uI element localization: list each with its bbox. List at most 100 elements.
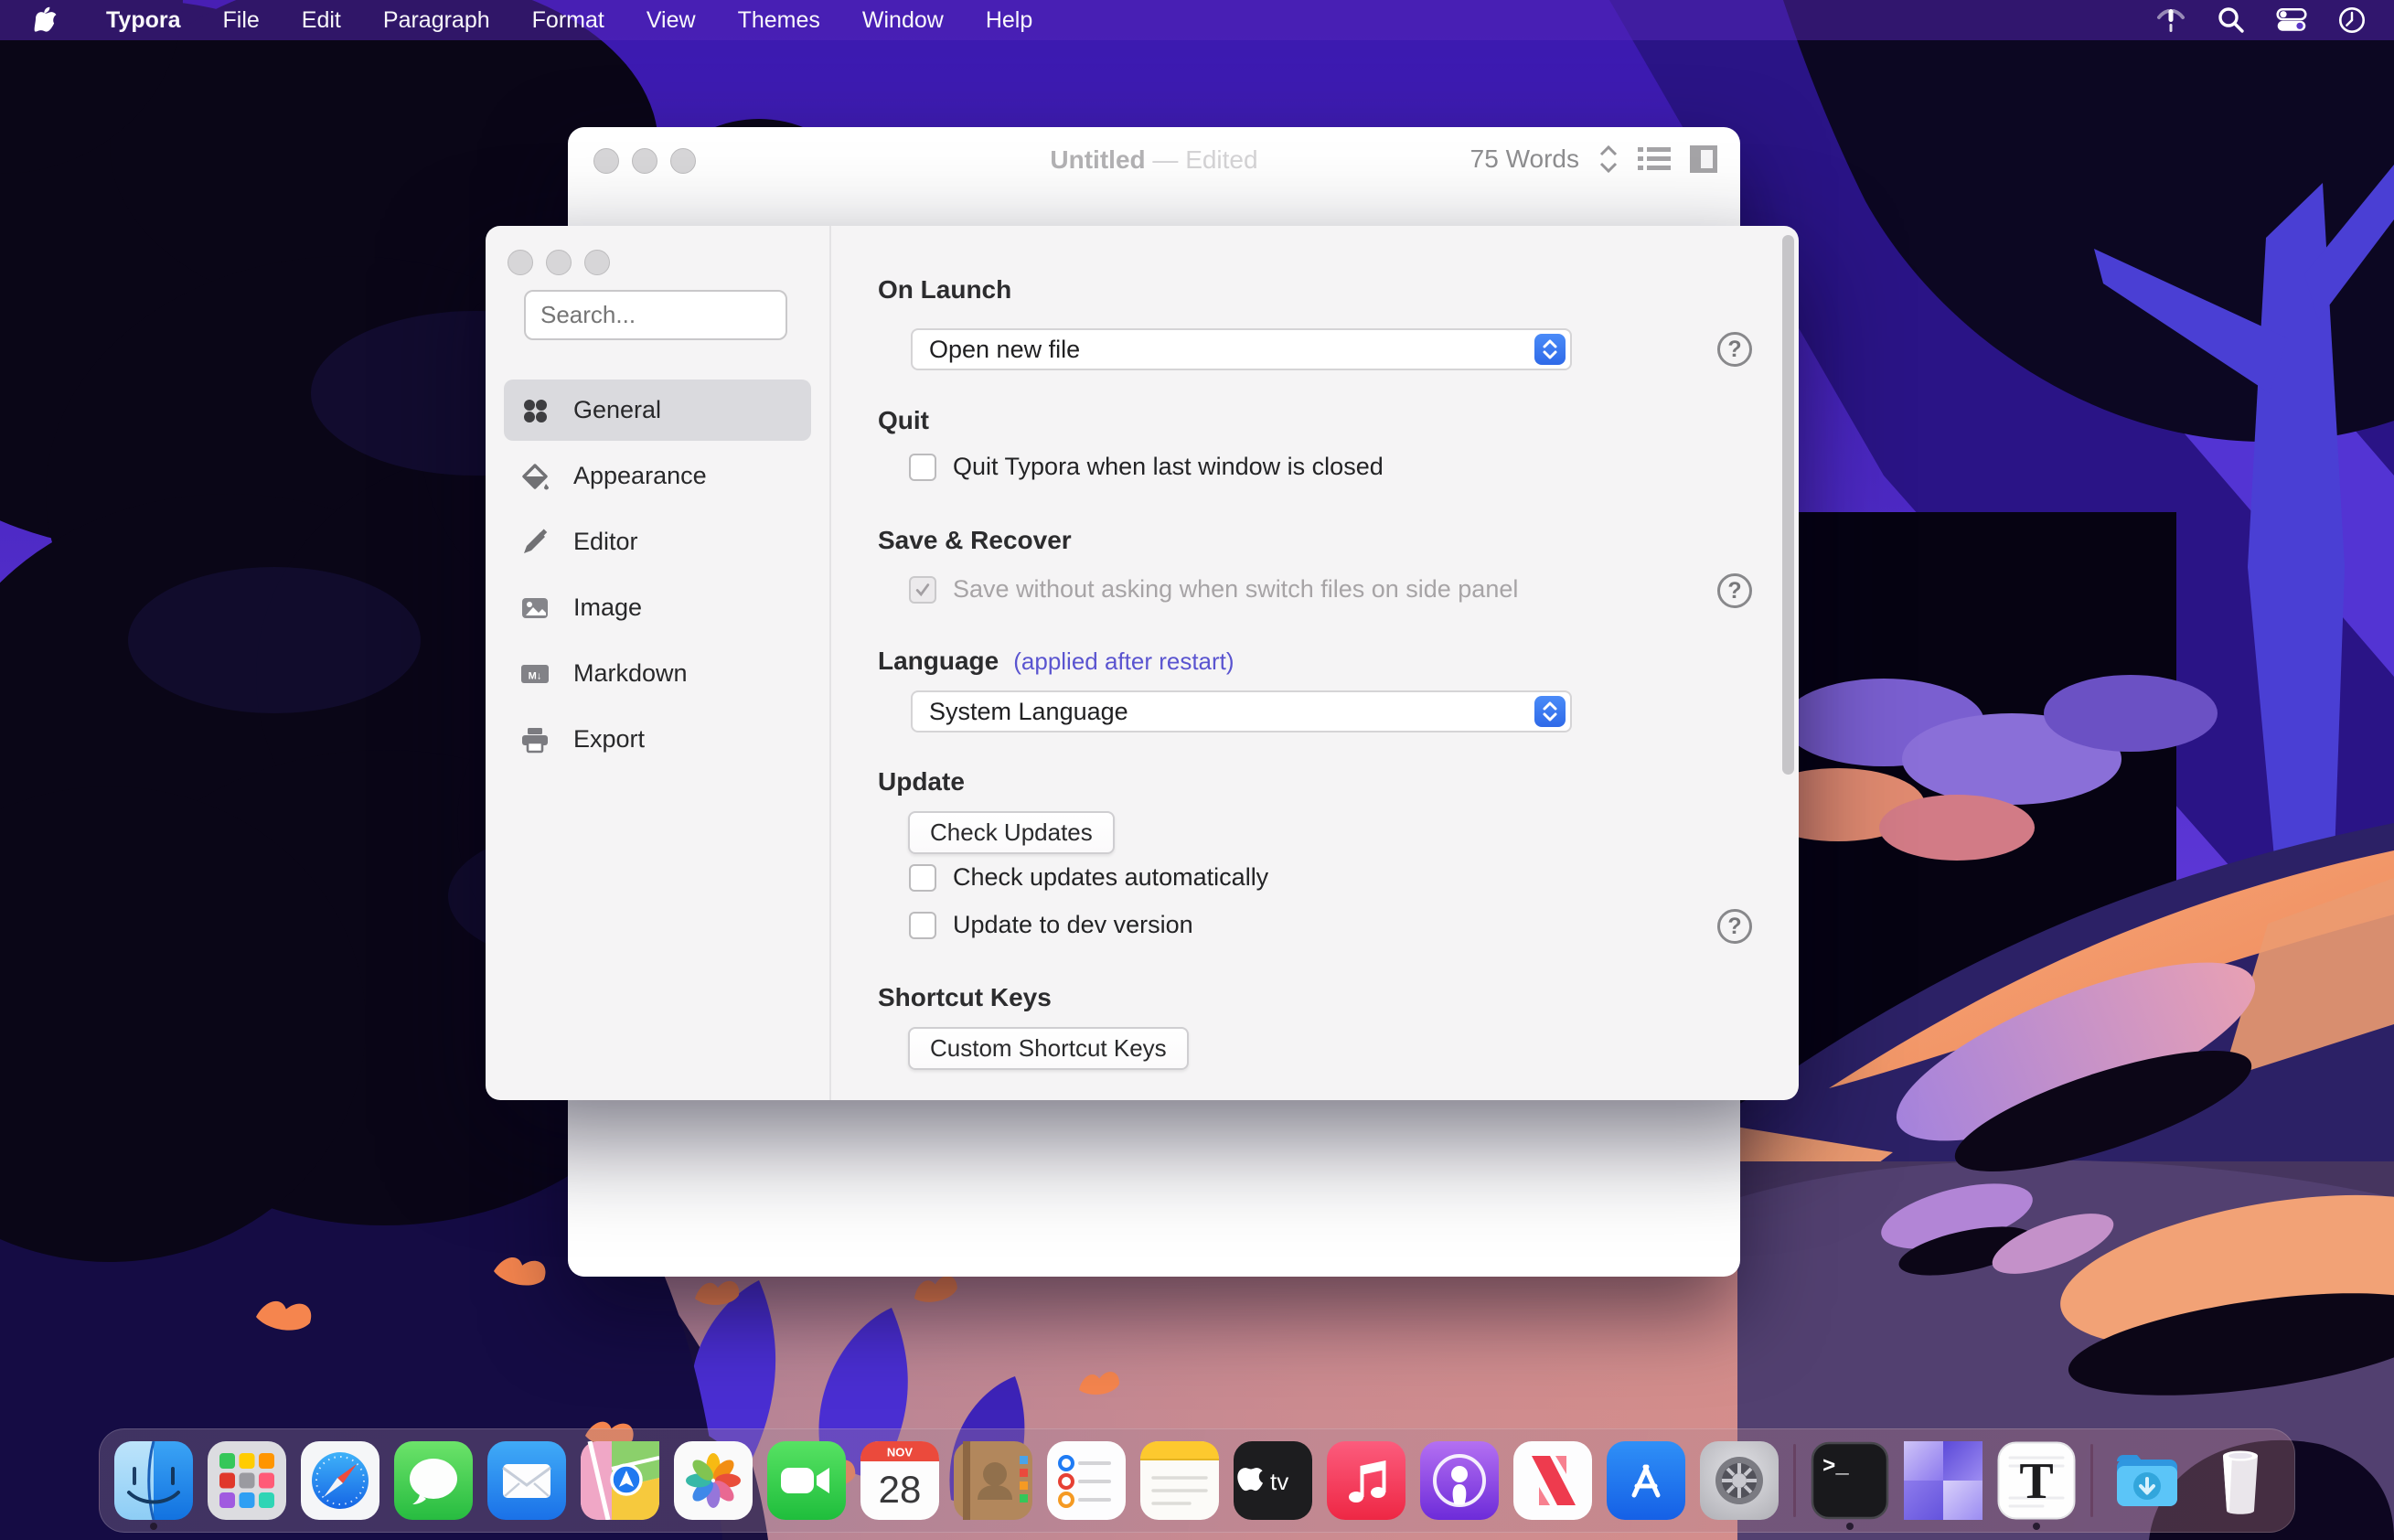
preferences-content: On Launch Open new file ? Quit Quit Typo…	[831, 226, 1799, 1100]
help-icon[interactable]: ?	[1717, 573, 1752, 608]
sidebar-panel-icon[interactable]	[1689, 144, 1718, 174]
quit-checkbox[interactable]	[909, 454, 936, 481]
wifi-warning-icon[interactable]	[2154, 5, 2187, 35]
on-launch-dropdown[interactable]: Open new file	[911, 328, 1572, 370]
document-edited-status: Edited	[1185, 145, 1257, 174]
image-preview-icon	[1904, 1441, 1983, 1520]
menu-app-name[interactable]: Typora	[106, 7, 181, 34]
svg-text:NOV: NOV	[887, 1446, 914, 1460]
markdown-icon: M↓	[520, 659, 550, 689]
dock-item-podcasts[interactable]	[1420, 1441, 1499, 1520]
check-updates-button[interactable]: Check Updates	[908, 811, 1115, 854]
dock-item-messages[interactable]	[394, 1441, 473, 1520]
dev-version-checkbox-row: Update to dev version	[909, 911, 1193, 939]
messages-icon	[394, 1441, 473, 1520]
dock-item-reminders[interactable]	[1047, 1441, 1126, 1520]
sidebar-item-markdown[interactable]: M↓ Markdown	[504, 643, 811, 704]
menu-item-window[interactable]: Window	[862, 7, 944, 34]
dock-item-finder[interactable]	[114, 1441, 193, 1520]
svg-text:>_: >_	[1822, 1455, 1849, 1480]
dock-item-safari[interactable]	[301, 1441, 379, 1520]
clock-icon[interactable]	[2335, 5, 2368, 35]
sidebar-item-appearance[interactable]: Appearance	[504, 445, 811, 507]
dock-item-tv[interactable]: tv	[1234, 1441, 1312, 1520]
general-grid-icon	[520, 396, 550, 425]
running-indicator	[2033, 1523, 2040, 1530]
terminal-icon: >_	[1811, 1441, 1889, 1520]
scrollbar-thumb[interactable]	[1782, 235, 1794, 775]
save-recover-checkbox-row: Save without asking when switch files on…	[909, 575, 1518, 604]
language-note: (applied after restart)	[1013, 647, 1234, 675]
music-icon	[1327, 1441, 1405, 1520]
running-indicator	[1846, 1523, 1854, 1530]
dock-item-news[interactable]	[1513, 1441, 1592, 1520]
language-dropdown-value: System Language	[913, 698, 1128, 726]
help-icon[interactable]: ?	[1717, 909, 1752, 944]
menu-item-format[interactable]: Format	[532, 7, 604, 34]
dock-item-typora[interactable]: T	[1997, 1441, 2076, 1520]
dock-item-image-preview[interactable]	[1904, 1441, 1983, 1520]
dock-item-downloads[interactable]	[2108, 1441, 2186, 1520]
dock-item-contacts[interactable]	[954, 1441, 1032, 1520]
help-icon[interactable]: ?	[1717, 332, 1752, 367]
finder-icon	[114, 1441, 193, 1520]
printer-icon	[520, 725, 550, 754]
word-count[interactable]: 75 Words	[1470, 144, 1579, 174]
auto-update-checkbox[interactable]	[909, 864, 936, 892]
typora-icon: T	[1997, 1441, 2076, 1520]
outline-list-icon[interactable]	[1638, 145, 1671, 173]
menu-item-view[interactable]: View	[647, 7, 696, 34]
dock-item-facetime[interactable]	[767, 1441, 846, 1520]
facetime-icon	[767, 1441, 846, 1520]
menu-item-edit[interactable]: Edit	[302, 7, 341, 34]
save-recover-checkbox-label: Save without asking when switch files on…	[953, 575, 1518, 604]
control-center-icon[interactable]	[2275, 5, 2308, 35]
dev-version-checkbox-label: Update to dev version	[953, 911, 1193, 939]
dev-version-checkbox[interactable]	[909, 912, 936, 939]
dock-item-trash[interactable]	[2201, 1441, 2280, 1520]
menu-item-help[interactable]: Help	[986, 7, 1032, 34]
dock-separator	[1793, 1444, 1796, 1517]
menu-item-file[interactable]: File	[223, 7, 260, 34]
word-count-stepper-icon[interactable]	[1598, 144, 1619, 175]
safari-icon	[301, 1441, 379, 1520]
dock-item-system-settings[interactable]	[1700, 1441, 1779, 1520]
apple-logo-icon[interactable]	[31, 5, 64, 35]
menu-item-paragraph[interactable]: Paragraph	[383, 7, 490, 34]
podcasts-icon	[1420, 1441, 1499, 1520]
dock-item-maps[interactable]	[581, 1441, 659, 1520]
language-dropdown[interactable]: System Language	[911, 690, 1572, 733]
dock-separator	[2090, 1444, 2093, 1517]
sidebar-item-label: Markdown	[573, 659, 688, 688]
menu-item-themes[interactable]: Themes	[738, 7, 820, 34]
paint-bucket-icon	[520, 462, 550, 491]
custom-shortcut-keys-button[interactable]: Custom Shortcut Keys	[908, 1027, 1189, 1070]
notes-icon	[1140, 1441, 1219, 1520]
auto-update-checkbox-label: Check updates automatically	[953, 863, 1268, 892]
sidebar-item-label: Image	[573, 594, 642, 622]
auto-update-checkbox-row: Check updates automatically	[909, 863, 1268, 892]
dock: NOV 28	[99, 1428, 2295, 1533]
dropdown-stepper-icon	[1534, 696, 1566, 727]
app-store-icon	[1607, 1441, 1685, 1520]
dock-item-terminal[interactable]: >_	[1811, 1441, 1889, 1520]
dock-item-launchpad[interactable]	[208, 1441, 286, 1520]
svg-text:M↓: M↓	[529, 670, 542, 681]
document-titlebar: Untitled — Edited 75 Words	[568, 127, 1740, 193]
dock-item-photos[interactable]	[674, 1441, 753, 1520]
pencil-icon	[520, 528, 550, 557]
sidebar-item-editor[interactable]: Editor	[504, 511, 811, 572]
sidebar-item-export[interactable]: Export	[504, 709, 811, 770]
dock-item-calendar[interactable]: NOV 28	[860, 1441, 939, 1520]
search-input[interactable]	[524, 290, 787, 340]
dock-item-music[interactable]	[1327, 1441, 1405, 1520]
dock-item-notes[interactable]	[1140, 1441, 1219, 1520]
sidebar-item-image[interactable]: Image	[504, 577, 811, 638]
sidebar-item-general[interactable]: General	[504, 380, 811, 441]
dock-item-app-store[interactable]	[1607, 1441, 1685, 1520]
menu-bar: Typora File Edit Paragraph Format View T…	[0, 0, 2394, 40]
dock-item-mail[interactable]	[487, 1441, 566, 1520]
section-title-language: Language(applied after restart)	[878, 647, 1234, 676]
section-title-update: Update	[878, 767, 965, 797]
search-icon[interactable]	[2215, 5, 2248, 35]
